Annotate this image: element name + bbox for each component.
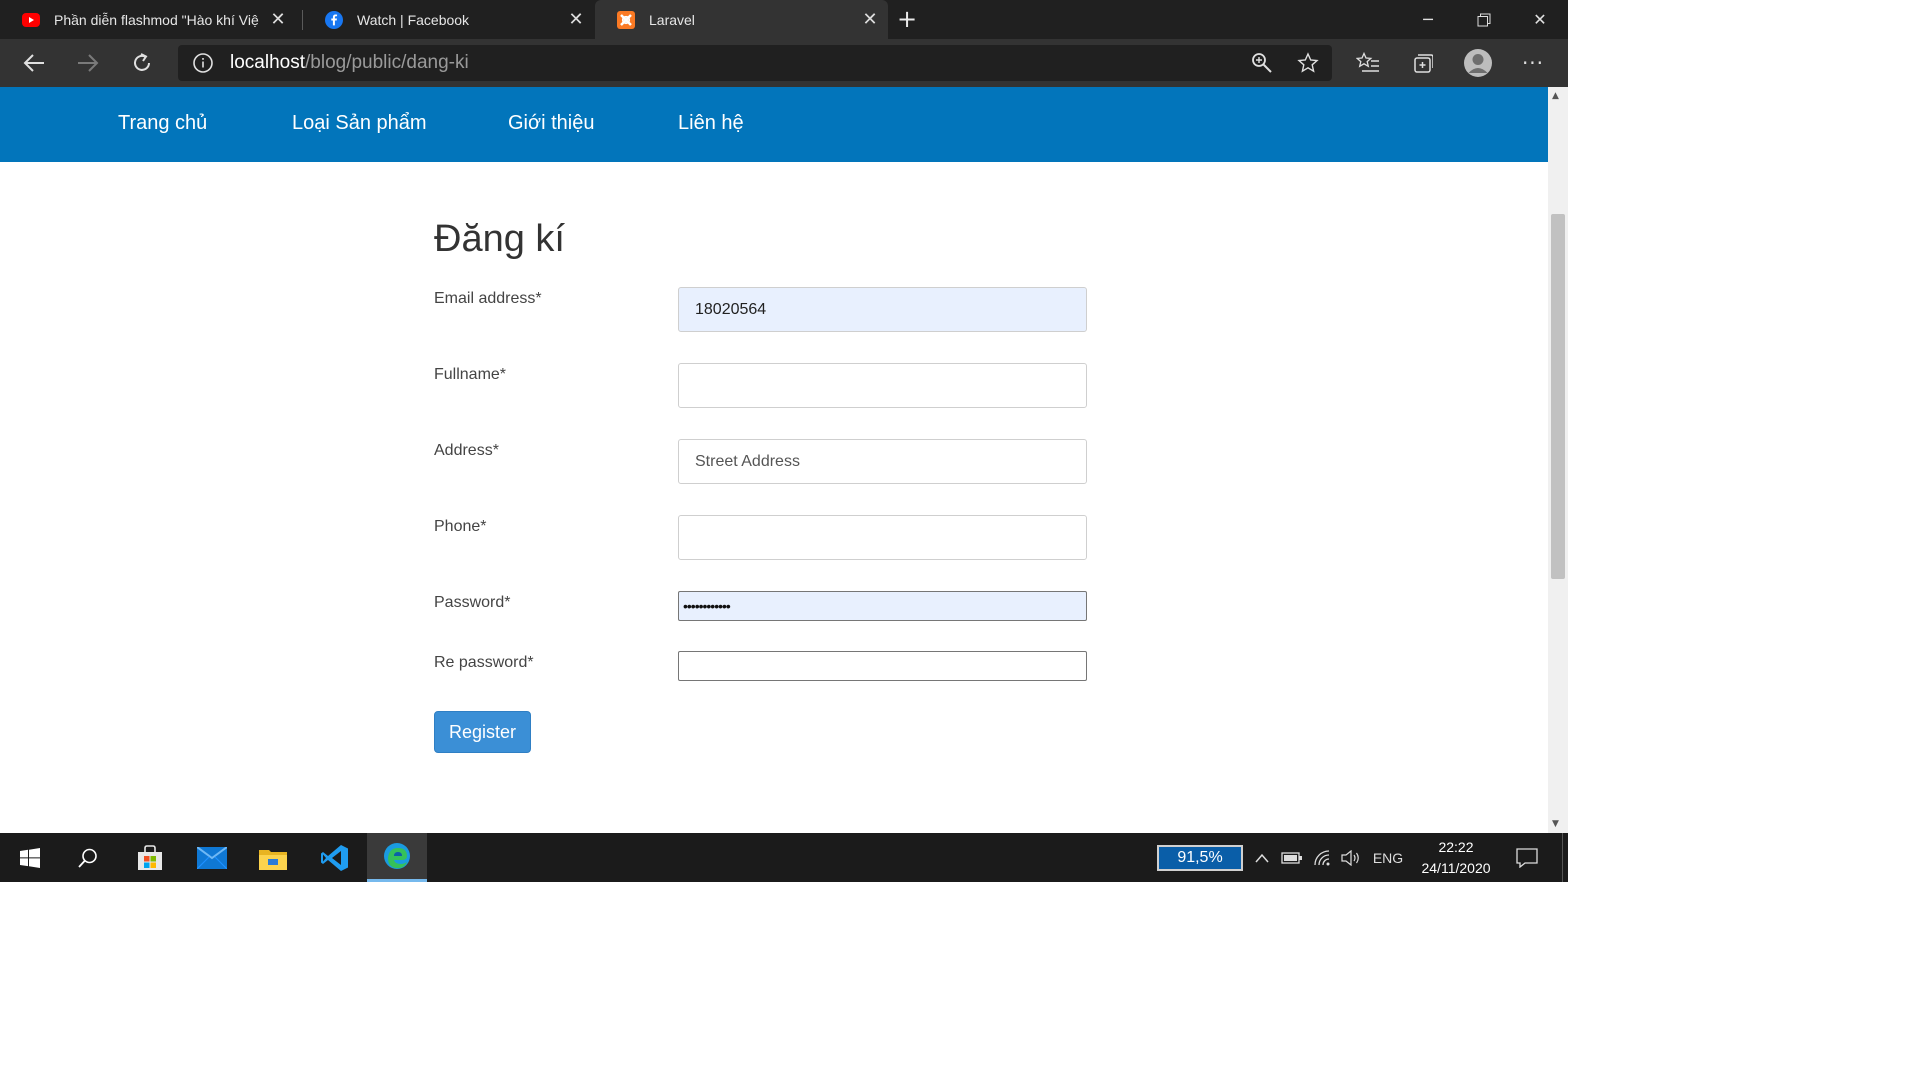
taskbar-mail[interactable] bbox=[182, 833, 242, 882]
input-language[interactable]: ENG bbox=[1370, 845, 1406, 871]
taskbar-vscode[interactable] bbox=[305, 833, 365, 882]
show-desktop-button[interactable] bbox=[1562, 833, 1568, 882]
page-scrollbar[interactable]: ▲ ▼ bbox=[1548, 87, 1568, 833]
xampp-icon bbox=[617, 10, 635, 29]
restore-button[interactable] bbox=[1456, 0, 1512, 39]
tab-facebook[interactable]: Watch | Facebook ✕ bbox=[303, 0, 594, 39]
browser-toolbar: localhost/blog/public/dang-ki ··· bbox=[0, 39, 1568, 87]
windows-taskbar: 91,5% ENG 22:22 24/11/2020 bbox=[0, 833, 1568, 882]
scroll-up-arrow-icon[interactable]: ▲ bbox=[1552, 91, 1559, 101]
nav-link-about[interactable]: Giới thiệu bbox=[508, 112, 594, 135]
phone-field[interactable] bbox=[678, 515, 1087, 560]
tab-title: Phần diễn flashmod "Hào khí Việ bbox=[54, 11, 259, 28]
register-button[interactable]: Register bbox=[434, 711, 531, 753]
edge-icon bbox=[384, 843, 410, 869]
taskbar-search-button[interactable] bbox=[58, 833, 118, 882]
close-tab-icon[interactable]: ✕ bbox=[562, 6, 590, 34]
collections-button[interactable] bbox=[1408, 49, 1436, 77]
notification-icon bbox=[1516, 848, 1538, 868]
windows-start-icon bbox=[20, 847, 40, 868]
refresh-button[interactable] bbox=[125, 46, 159, 80]
close-tab-icon[interactable]: ✕ bbox=[264, 6, 292, 34]
favorite-star-icon[interactable] bbox=[1296, 51, 1320, 75]
vscode-icon bbox=[321, 844, 348, 871]
url-text[interactable]: localhost/blog/public/dang-ki bbox=[230, 52, 469, 74]
mail-icon bbox=[197, 846, 227, 869]
refresh-icon bbox=[134, 53, 150, 71]
password-label: Password* bbox=[434, 594, 511, 611]
show-hidden-icons-button[interactable] bbox=[1252, 845, 1272, 871]
fullname-field[interactable] bbox=[678, 363, 1087, 408]
password-masked-value: •••••••••••• bbox=[683, 598, 731, 614]
site-info-icon[interactable] bbox=[192, 52, 214, 74]
email-value: 18020564 bbox=[695, 300, 767, 318]
nav-link-product-types[interactable]: Loại Sản phẩm bbox=[292, 112, 427, 135]
email-field[interactable]: 18020564 bbox=[678, 287, 1087, 332]
close-window-button[interactable]: ✕ bbox=[1512, 0, 1568, 39]
wifi-icon bbox=[1314, 850, 1330, 866]
repassword-field[interactable] bbox=[678, 651, 1087, 681]
password-field[interactable]: •••••••••••• bbox=[678, 591, 1087, 621]
email-label: Email address* bbox=[434, 290, 542, 307]
close-tab-icon[interactable]: ✕ bbox=[856, 6, 884, 34]
address-placeholder: Street Address bbox=[695, 452, 800, 470]
clock-time: 22:22 bbox=[1438, 839, 1474, 855]
forward-arrow-icon bbox=[78, 54, 99, 72]
battery-percentage[interactable]: 91,5% bbox=[1157, 845, 1243, 871]
speaker-icon bbox=[1341, 850, 1359, 866]
site-navbar: Trang chủ Loại Sản phẩm Giới thiệu Liên … bbox=[0, 87, 1548, 162]
back-arrow-icon bbox=[23, 54, 44, 72]
volume-tray-button[interactable] bbox=[1340, 845, 1362, 871]
system-clock[interactable]: 22:22 24/11/2020 bbox=[1410, 837, 1502, 879]
repassword-label: Re password* bbox=[434, 654, 534, 671]
url-host: localhost bbox=[230, 52, 305, 73]
clock-date: 24/11/2020 bbox=[1421, 860, 1491, 876]
tab-title: Watch | Facebook bbox=[357, 11, 470, 28]
phone-label: Phone* bbox=[434, 518, 487, 535]
address-bar[interactable]: localhost/blog/public/dang-ki bbox=[178, 45, 1332, 81]
favorites-button[interactable] bbox=[1354, 49, 1382, 77]
zoom-search-icon[interactable] bbox=[1250, 51, 1274, 75]
nav-link-contact[interactable]: Liên hệ bbox=[678, 112, 744, 135]
action-center-button[interactable] bbox=[1514, 845, 1540, 871]
profile-button[interactable] bbox=[1462, 47, 1494, 79]
chevron-up-icon bbox=[1255, 853, 1269, 863]
tab-youtube[interactable]: Phần diễn flashmod "Hào khí Việ ✕ bbox=[0, 0, 296, 39]
url-path: /blog/public/dang-ki bbox=[305, 52, 469, 73]
network-tray-button[interactable] bbox=[1312, 845, 1334, 871]
more-dots-icon: ··· bbox=[1521, 51, 1545, 75]
restore-icon bbox=[1477, 13, 1491, 26]
browser-tab-strip: Phần diễn flashmod "Hào khí Việ ✕ Watch … bbox=[0, 0, 1568, 39]
address-field[interactable]: Street Address bbox=[678, 439, 1087, 484]
tab-title: Laravel bbox=[649, 11, 695, 28]
page-title: Đăng kí bbox=[434, 218, 565, 260]
tab-laravel[interactable]: Laravel ✕ bbox=[595, 0, 888, 39]
start-button[interactable] bbox=[0, 833, 60, 882]
back-button[interactable] bbox=[17, 46, 51, 80]
settings-more-button[interactable]: ··· bbox=[1519, 49, 1547, 77]
new-tab-button[interactable]: + bbox=[893, 5, 921, 33]
taskbar-store[interactable] bbox=[120, 833, 180, 882]
forward-button[interactable] bbox=[71, 46, 105, 80]
scrollbar-thumb[interactable] bbox=[1551, 214, 1565, 579]
facebook-icon bbox=[325, 10, 343, 29]
battery-icon bbox=[1281, 852, 1302, 864]
address-label: Address* bbox=[434, 442, 499, 459]
favorites-list-icon bbox=[1356, 52, 1379, 72]
avatar-icon bbox=[1464, 49, 1492, 77]
youtube-icon bbox=[22, 11, 40, 29]
store-icon bbox=[138, 844, 162, 870]
fullname-label: Fullname* bbox=[434, 366, 507, 383]
search-icon bbox=[78, 848, 97, 868]
collections-icon bbox=[1414, 54, 1433, 73]
taskbar-file-explorer[interactable] bbox=[243, 833, 303, 882]
scroll-down-arrow-icon[interactable]: ▼ bbox=[1552, 819, 1559, 829]
file-explorer-icon bbox=[259, 849, 287, 870]
minimize-button[interactable]: ─ bbox=[1400, 0, 1456, 39]
nav-link-home[interactable]: Trang chủ bbox=[118, 112, 207, 135]
taskbar-edge[interactable] bbox=[367, 833, 427, 882]
battery-tray-button[interactable] bbox=[1280, 845, 1304, 871]
